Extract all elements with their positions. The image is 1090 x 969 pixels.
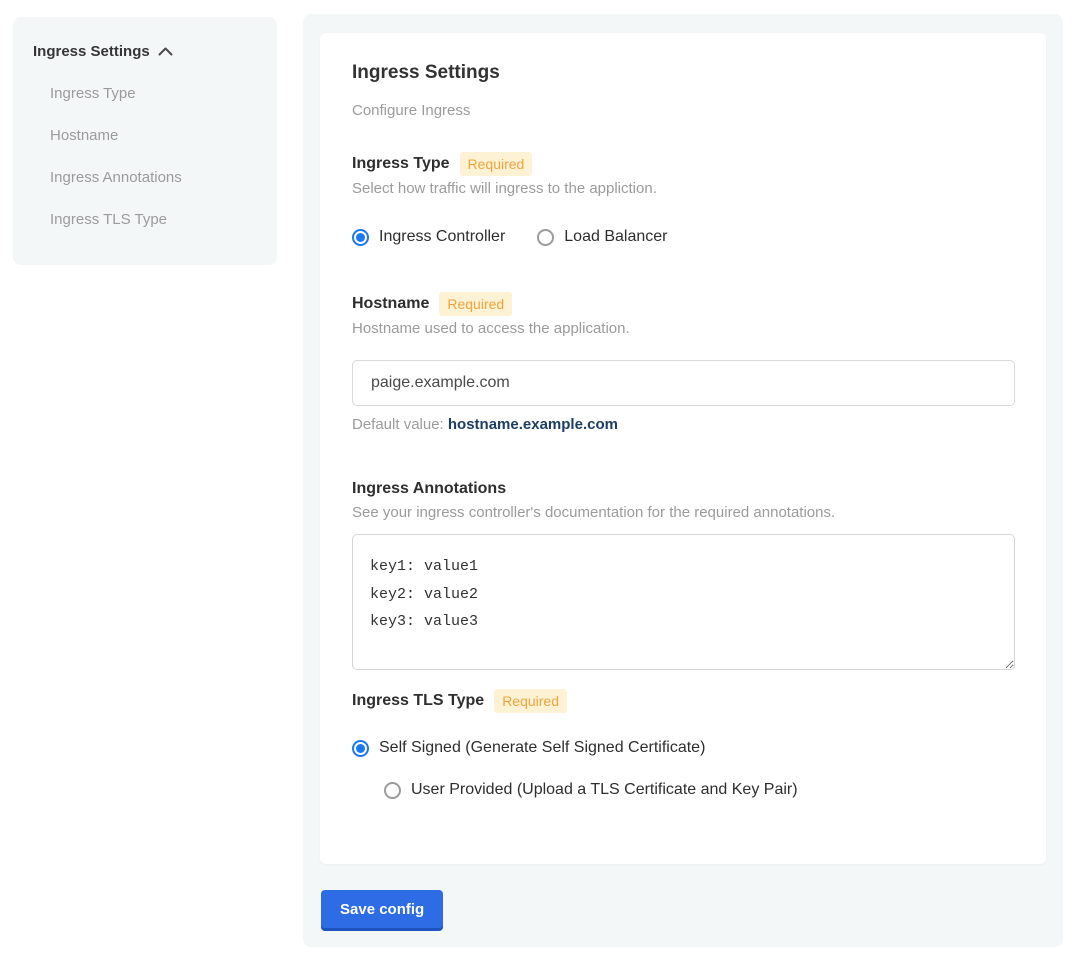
sidebar-item-ingress-type[interactable]: Ingress Type <box>50 86 257 102</box>
sidebar-item-ingress-annotations[interactable]: Ingress Annotations <box>50 170 257 186</box>
radio-selected-icon[interactable] <box>352 740 369 757</box>
radio-label: Ingress Controller <box>379 228 505 246</box>
required-badge: Required <box>460 152 533 176</box>
sidebar-item-list: Ingress Type Hostname Ingress Annotation… <box>50 86 257 228</box>
ingress-annotations-help: See your ingress controller's documentat… <box>352 505 1015 521</box>
save-config-button[interactable]: Save config <box>321 890 443 928</box>
default-value-prefix: Default value: <box>352 416 448 433</box>
hostname-help: Hostname used to access the application. <box>352 321 1015 337</box>
radio-ingress-controller[interactable]: Ingress Controller <box>352 228 505 246</box>
radio-label: Load Balancer <box>564 228 667 246</box>
radio-load-balancer[interactable]: Load Balancer <box>537 228 667 246</box>
radio-label: Self Signed (Generate Self Signed Certif… <box>379 739 705 757</box>
default-value-text: hostname.example.com <box>448 416 618 433</box>
group-hostname: Hostname Required Hostname used to acces… <box>352 292 1015 433</box>
ingress-annotations-label: Ingress Annotations <box>352 478 506 500</box>
group-ingress-type: Ingress Type Required Select how traffic… <box>352 152 1015 246</box>
page-title: Ingress Settings <box>352 61 1015 84</box>
required-badge: Required <box>439 292 512 316</box>
radio-unselected-icon[interactable] <box>537 229 554 246</box>
ingress-type-options: Ingress Controller Load Balancer <box>352 228 1015 246</box>
radio-unselected-icon[interactable] <box>384 782 401 799</box>
hostname-label: Hostname <box>352 293 429 315</box>
ingress-tls-type-label: Ingress TLS Type <box>352 690 484 712</box>
radio-label: User Provided (Upload a TLS Certificate … <box>411 781 798 799</box>
required-badge: Required <box>494 689 567 713</box>
radio-user-provided[interactable]: User Provided (Upload a TLS Certificate … <box>384 781 1015 799</box>
ingress-type-help: Select how traffic will ingress to the a… <box>352 181 1015 197</box>
sidebar-group-ingress-settings[interactable]: Ingress Settings <box>33 43 257 60</box>
config-nav-sidebar: Ingress Settings Ingress Type Hostname I… <box>13 17 277 265</box>
hostname-default-line: Default value: hostname.example.com <box>352 416 1015 433</box>
ingress-annotations-textarea[interactable]: key1: value1 key2: value2 key3: value3 <box>352 534 1015 670</box>
ingress-settings-card: Ingress Settings Configure Ingress Ingre… <box>320 33 1046 864</box>
hostname-input[interactable] <box>352 360 1015 406</box>
sidebar-item-ingress-tls-type[interactable]: Ingress TLS Type <box>50 212 257 228</box>
ingress-type-label: Ingress Type <box>352 153 450 175</box>
sidebar-group-label: Ingress Settings <box>33 43 150 60</box>
radio-selected-icon[interactable] <box>352 229 369 246</box>
radio-self-signed[interactable]: Self Signed (Generate Self Signed Certif… <box>352 739 1015 757</box>
sidebar-item-hostname[interactable]: Hostname <box>50 128 257 144</box>
chevron-up-icon <box>158 43 173 60</box>
group-ingress-annotations: Ingress Annotations See your ingress con… <box>352 478 1015 670</box>
config-panel: Ingress Settings Configure Ingress Ingre… <box>303 14 1063 947</box>
page-subtitle: Configure Ingress <box>352 103 1015 119</box>
group-ingress-tls-type: Ingress TLS Type Required Self Signed (G… <box>352 689 1015 799</box>
